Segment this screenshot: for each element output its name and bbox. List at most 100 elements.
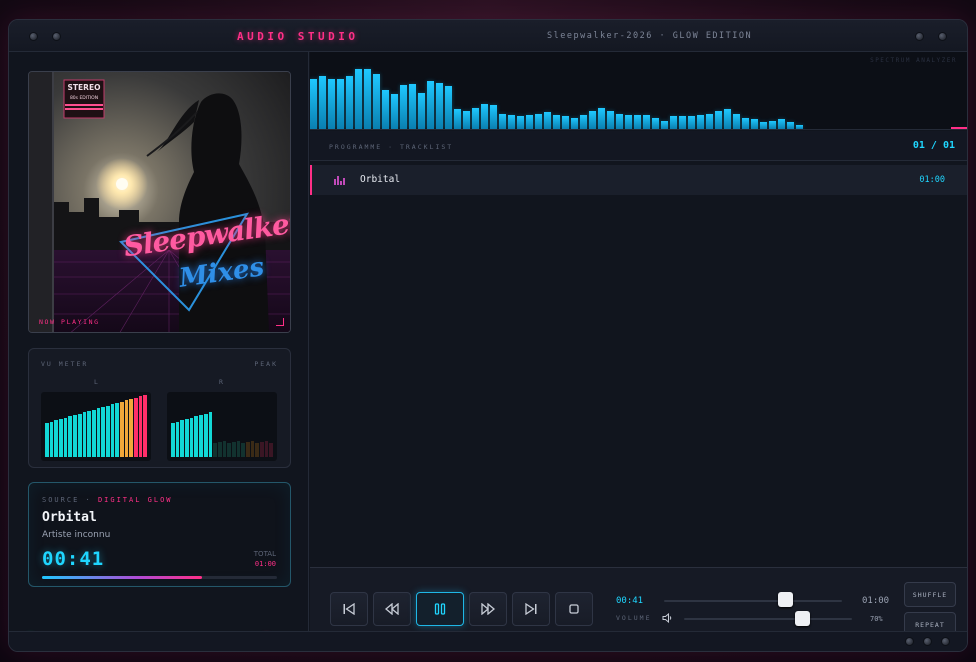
rewind-button[interactable] <box>373 592 411 626</box>
vu-segment <box>255 443 260 457</box>
source-label: SOURCE · DIGITAL GLOW <box>42 496 173 504</box>
vu-segment <box>96 408 101 457</box>
vu-left-meter <box>41 392 151 461</box>
vu-segment <box>110 404 115 457</box>
vu-segment <box>129 399 134 457</box>
vu-right-meter <box>167 392 277 461</box>
spectrum-bar <box>445 86 452 129</box>
vu-segment <box>236 441 241 457</box>
now-playing-label: NOW PLAYING <box>39 318 100 326</box>
spectrum-bar <box>508 115 515 129</box>
vu-segment <box>199 415 203 457</box>
skip-forward-button[interactable] <box>512 592 550 626</box>
spectrum-bar <box>544 112 551 129</box>
spectrum-bar <box>688 116 695 129</box>
player-window: AUDIO STUDIO Sleepwalker-2026 · GLOW EDI… <box>8 19 968 652</box>
seek-slider-track[interactable] <box>664 600 842 602</box>
spectrum-bar <box>580 115 587 129</box>
track-progress-bar <box>42 576 277 579</box>
vu-segment <box>171 423 175 457</box>
corner-bracket <box>276 318 284 326</box>
vu-segment <box>264 441 269 457</box>
source-prefix: SOURCE <box>42 496 80 504</box>
title-bar: AUDIO STUDIO Sleepwalker-2026 · GLOW EDI… <box>9 20 967 52</box>
screw-icon <box>52 32 61 41</box>
pause-button[interactable] <box>416 592 464 626</box>
spectrum-bar <box>490 105 497 129</box>
source-separator: · <box>85 496 92 504</box>
pause-icon <box>434 603 446 615</box>
spectrum-bar <box>346 76 353 129</box>
spectrum-bar <box>391 94 398 129</box>
left-panel: STEREO 80s EDITION Sleepwalker Mixes NOW… <box>9 52 309 640</box>
spectrum-bar <box>409 84 416 129</box>
spectrum-bar <box>481 104 488 129</box>
current-track-title: Orbital <box>42 510 97 525</box>
spectrum-bar <box>562 116 569 129</box>
spectrum-bar <box>733 114 740 129</box>
vu-segment <box>91 410 96 457</box>
vu-segment <box>194 416 199 457</box>
vu-meter-panel: VU METER PEAK L R <box>28 348 291 468</box>
vu-left-channel-label: L <box>94 378 100 386</box>
stop-button[interactable] <box>555 592 593 626</box>
screw-icon <box>938 32 947 41</box>
vu-segment <box>49 422 54 457</box>
vu-segment <box>124 400 129 457</box>
speaker-icon[interactable] <box>662 613 673 623</box>
vu-segment <box>68 416 73 457</box>
vu-meter-label: VU METER <box>41 360 89 368</box>
skip-back-button[interactable] <box>330 592 368 626</box>
vu-segment <box>73 415 77 457</box>
spectrum-bar <box>454 109 461 129</box>
spectrum-bar <box>661 121 668 129</box>
now-playing-panel: SOURCE · DIGITAL GLOW Orbital Artiste in… <box>28 482 291 587</box>
spectrum-bar <box>769 121 776 129</box>
vu-segment <box>260 442 264 457</box>
album-cover-image <box>29 72 290 332</box>
spectrum-bar <box>319 76 326 129</box>
spectrum-bar <box>724 109 731 129</box>
spectrum-bar <box>787 122 794 129</box>
vu-segment <box>231 442 236 457</box>
volume-slider-handle[interactable] <box>794 611 810 626</box>
seek-slider-handle[interactable] <box>778 592 794 607</box>
spectrum-bar <box>571 118 578 129</box>
spectrum-bar <box>760 122 767 129</box>
vu-segment <box>222 441 227 457</box>
vu-segment <box>241 443 245 457</box>
spectrum-bar <box>526 115 533 129</box>
spectrum-bar <box>499 114 506 129</box>
album-sticker-top: STEREO <box>67 83 101 92</box>
source-mode: DIGITAL GLOW <box>97 496 173 504</box>
fast-forward-icon <box>481 603 496 615</box>
spectrum-bar <box>679 116 686 129</box>
vu-segment <box>87 411 91 457</box>
spectrum-bar <box>643 115 650 129</box>
playlist-item-duration: 01:00 <box>919 175 945 185</box>
spectrum-bar <box>778 119 785 129</box>
album-sticker-stripe <box>65 104 103 106</box>
spectrum-bar <box>706 114 713 129</box>
spectrum-bar <box>652 118 659 129</box>
vu-segment <box>120 402 124 457</box>
volume-slider-track[interactable] <box>684 618 852 620</box>
spectrum-bar <box>697 115 704 129</box>
vu-segment <box>45 423 49 457</box>
vu-segment <box>143 395 148 457</box>
vu-segment <box>180 420 185 457</box>
album-sticker-bottom: 80s EDITION <box>69 96 99 101</box>
spectrum-bar <box>616 114 623 129</box>
spectrum-bar <box>796 125 803 129</box>
equalizer-icon <box>334 176 345 185</box>
transport-total-time: 01:00 <box>862 596 890 606</box>
shuffle-button[interactable]: SHUFFLE <box>904 582 956 607</box>
bottom-bar <box>9 631 967 651</box>
window-track-title: Sleepwalker-2026 · GLOW EDITION <box>547 31 753 41</box>
screw-icon <box>905 637 914 646</box>
vu-segment <box>250 441 255 457</box>
fast-forward-button[interactable] <box>469 592 507 626</box>
playlist-item[interactable]: Orbital 01:00 <box>310 165 967 195</box>
vu-segment <box>138 396 143 457</box>
vu-segment <box>217 442 222 457</box>
